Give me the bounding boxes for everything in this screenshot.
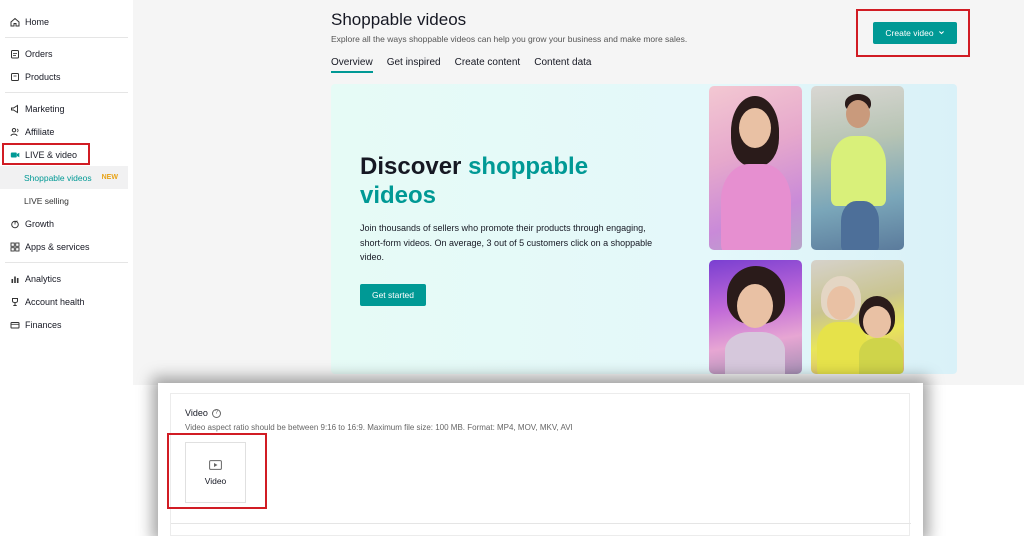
help-icon[interactable]: ? <box>211 408 221 418</box>
sidebar-item-label: Products <box>25 71 61 82</box>
sidebar-subitem-shoppable-videos[interactable]: Shoppable videos NEW <box>0 166 128 189</box>
chevron-down-icon <box>938 28 945 38</box>
video-camera-icon <box>9 149 20 160</box>
new-badge: NEW <box>101 174 118 181</box>
hero-title: Discover shoppable videos <box>360 152 660 210</box>
hero-photo-woman-pink <box>709 86 802 250</box>
page-subtitle: Explore all the ways shoppable videos ca… <box>331 34 688 44</box>
sidebar-item-label: Orders <box>25 48 53 59</box>
divider <box>5 92 128 93</box>
trophy-icon <box>9 296 20 307</box>
page-title: Shoppable videos <box>331 10 467 29</box>
tab-get-inspired[interactable]: Get inspired <box>387 57 441 73</box>
divider <box>171 523 911 524</box>
upload-panel: Video ? Video aspect ratio should be bet… <box>170 393 911 536</box>
sidebar-item-label: Finances <box>25 319 62 330</box>
create-video-label: Create video <box>885 28 934 38</box>
sidebar-item-account-health[interactable]: Account health <box>0 290 133 313</box>
sidebar-item-apps-services[interactable]: Apps & services <box>0 235 133 258</box>
sidebar-item-label: Apps & services <box>25 241 90 252</box>
video-play-icon <box>209 459 222 470</box>
hero-body: Join thousands of sellers who promote th… <box>360 223 653 262</box>
clipboard-icon <box>9 48 20 59</box>
sidebar-item-label: Home <box>25 16 50 27</box>
sprout-icon <box>9 218 20 229</box>
get-started-button[interactable]: Get started <box>360 284 426 306</box>
sidebar-item-products[interactable]: Products <box>0 65 133 88</box>
create-video-button[interactable]: Create video <box>873 22 957 44</box>
sidebar-item-growth[interactable]: Growth <box>0 212 133 235</box>
people-icon <box>9 126 20 137</box>
grid-icon <box>9 241 20 252</box>
video-upload-label: Video <box>204 475 227 486</box>
bar-chart-icon <box>9 273 20 284</box>
main-content: Shoppable videos Explore all the ways sh… <box>133 0 1024 385</box>
hero-banner: Discover shoppable videos Join thousands… <box>331 84 957 374</box>
sidebar-item-label: Growth <box>25 218 55 229</box>
hero-photo-man-dancing <box>811 86 904 250</box>
tab-content-data[interactable]: Content data <box>534 57 591 73</box>
sidebar-item-label: Account health <box>25 296 85 307</box>
sidebar-item-analytics[interactable]: Analytics <box>0 267 133 290</box>
hero-title-plain: Discover <box>360 153 462 180</box>
sidebar-item-marketing[interactable]: Marketing <box>0 97 133 120</box>
sidebar-item-live-video[interactable]: LIVE & video <box>0 143 133 166</box>
sidebar-item-affiliate[interactable]: Affiliate <box>0 120 133 143</box>
megaphone-icon <box>9 103 20 114</box>
hero-photo-two-women <box>811 260 904 374</box>
divider <box>5 37 128 38</box>
video-hint: Video aspect ratio should be between 9:1… <box>185 423 573 432</box>
wallet-icon <box>9 319 20 330</box>
sidebar-subitem-label: LIVE selling <box>24 195 69 206</box>
hero-photo-woman-glasses <box>709 260 802 374</box>
sidebar-item-finances[interactable]: Finances <box>0 313 133 336</box>
divider <box>5 262 128 263</box>
home-icon <box>9 16 20 27</box>
video-field-label: Video ? <box>185 408 221 418</box>
sidebar-item-label: Analytics <box>25 273 62 284</box>
tab-bar: Overview Get inspired Create content Con… <box>331 57 591 73</box>
sidebar-item-label: Affiliate <box>25 126 55 137</box>
tab-create-content[interactable]: Create content <box>455 57 521 73</box>
tab-overview[interactable]: Overview <box>331 57 373 73</box>
sidebar-subitem-live-selling[interactable]: LIVE selling <box>0 189 133 212</box>
box-icon <box>9 71 20 82</box>
sidebar: Home Orders Products Marketing Affiliate… <box>0 0 133 385</box>
sidebar-subitem-label: Shoppable videos <box>24 172 92 183</box>
sidebar-item-orders[interactable]: Orders <box>0 42 133 65</box>
video-upload-button[interactable]: Video <box>185 442 246 503</box>
sidebar-item-home[interactable]: Home <box>0 10 133 33</box>
video-label-text: Video <box>185 408 208 418</box>
sidebar-item-label: LIVE & video <box>25 149 78 160</box>
sidebar-item-label: Marketing <box>25 103 65 114</box>
